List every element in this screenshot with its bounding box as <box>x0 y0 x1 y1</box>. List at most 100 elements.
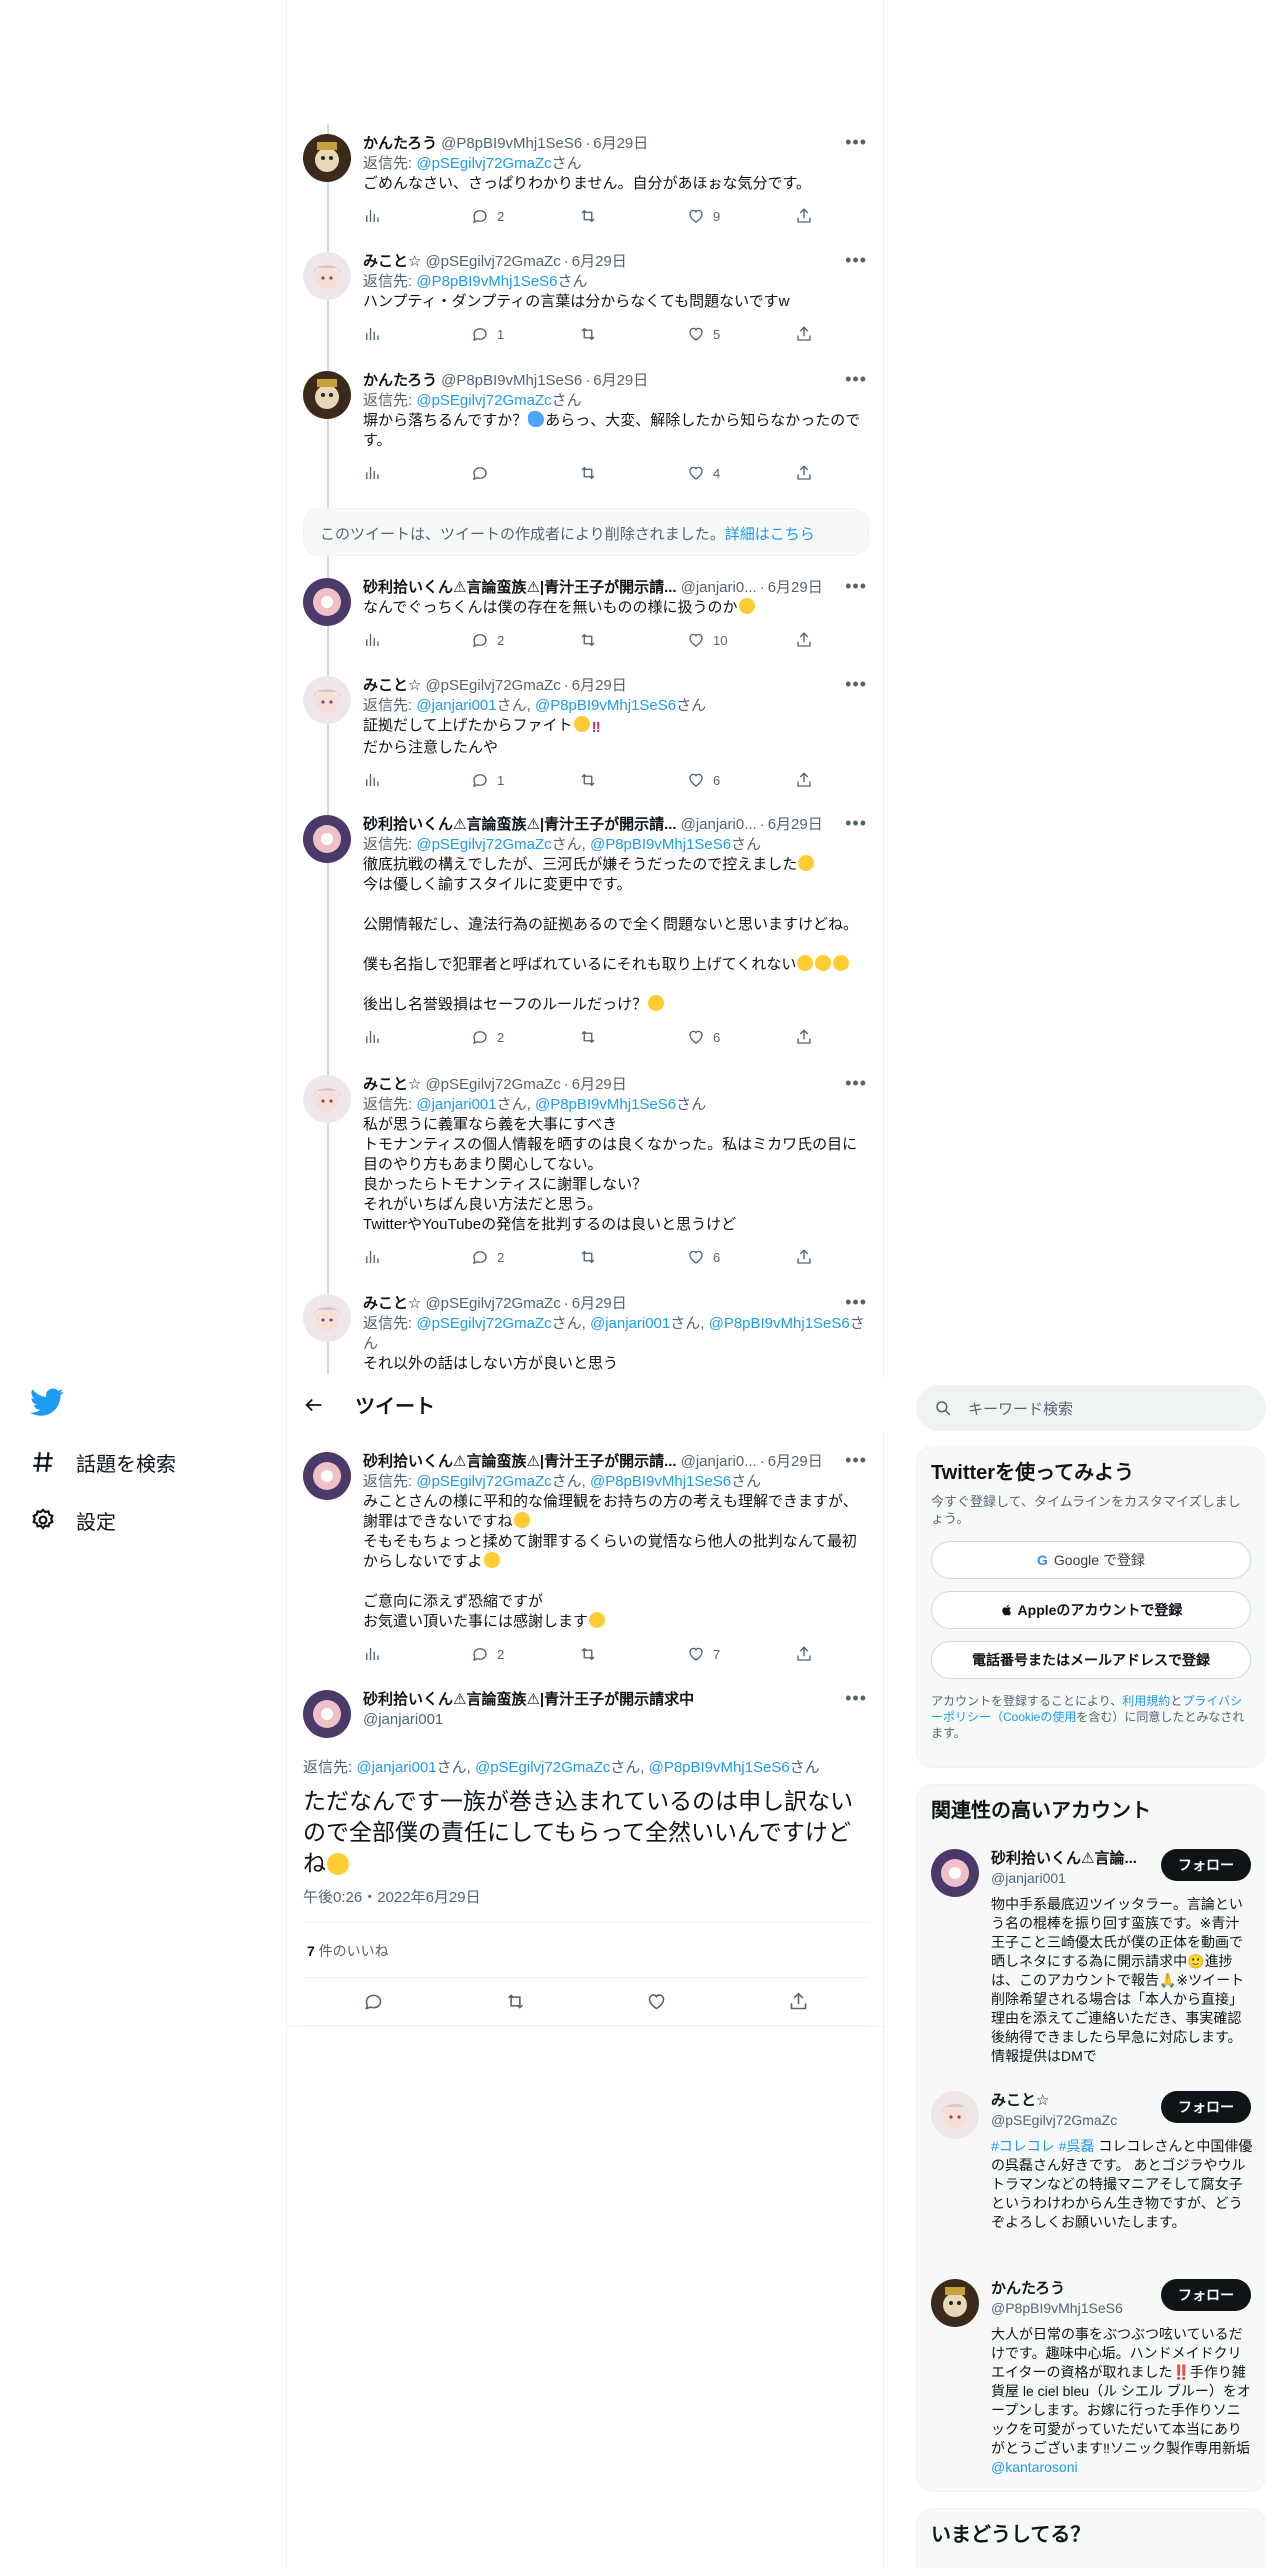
reply-link[interactable]: @janjari001 <box>590 1315 670 1332</box>
reply-button[interactable]: 2 <box>471 1248 579 1266</box>
share-button[interactable] <box>795 1248 821 1266</box>
reply-link[interactable]: @P8pBI9vMhj1SeS6 <box>535 697 676 714</box>
avatar[interactable] <box>303 252 351 300</box>
search-input[interactable]: キーワード検索 <box>916 1385 1266 1431</box>
reply-link[interactable]: @pSEgilvj72GmaZc <box>416 1315 551 1332</box>
tweet-author-handle[interactable]: @P8pBI9vMhj1SeS6 <box>441 371 582 391</box>
more-icon[interactable]: ••• <box>845 1294 867 1311</box>
more-icon[interactable]: ••• <box>845 133 867 151</box>
tweet[interactable]: みこと☆ @pSEgilvj72GmaZc · 6月29日 ••• 返信先: @… <box>303 1294 869 1378</box>
follow-button[interactable]: フォロー <box>1161 2279 1251 2311</box>
like-button[interactable]: 5 <box>687 325 795 343</box>
reply-button[interactable] <box>471 464 579 482</box>
back-arrow-icon[interactable] <box>303 1394 325 1416</box>
share-button[interactable] <box>795 771 821 789</box>
views-button[interactable] <box>363 325 471 343</box>
like-button[interactable]: 6 <box>687 1248 795 1266</box>
reply-button[interactable]: 2 <box>471 1028 579 1046</box>
twitter-bird-icon[interactable] <box>30 1385 64 1419</box>
more-icon[interactable]: ••• <box>845 675 867 693</box>
views-button[interactable] <box>363 1645 471 1663</box>
reply-link[interactable]: @pSEgilvj72GmaZc <box>475 1759 610 1776</box>
reply-link[interactable]: @pSEgilvj72GmaZc <box>416 1473 551 1490</box>
reply-link[interactable]: @janjari001 <box>416 1096 496 1113</box>
reply-link[interactable]: @P8pBI9vMhj1SeS6 <box>590 1473 731 1490</box>
more-icon[interactable]: ••• <box>845 814 867 832</box>
views-button[interactable] <box>363 207 471 225</box>
hashtag-link[interactable]: #コレコレ <box>991 2138 1055 2154</box>
views-button[interactable] <box>363 771 471 789</box>
share-icon[interactable] <box>788 1991 809 2012</box>
tweet-author-name[interactable]: かんたろう <box>363 371 437 391</box>
share-button[interactable] <box>795 464 821 482</box>
share-button[interactable] <box>795 631 821 649</box>
reply-button[interactable]: 2 <box>471 1645 579 1663</box>
retweet-button[interactable] <box>579 207 687 225</box>
heart-icon[interactable] <box>646 1991 667 2012</box>
nav-settings[interactable]: 設定 <box>30 1491 270 1549</box>
more-icon[interactable]: ••• <box>845 577 867 595</box>
tweet-author-handle[interactable]: @pSEgilvj72GmaZc <box>425 676 560 696</box>
like-button[interactable]: 9 <box>687 207 795 225</box>
tweet-author-handle[interactable]: @janjari0... <box>681 1452 757 1472</box>
reply-link[interactable]: @P8pBI9vMhj1SeS6 <box>590 836 731 853</box>
like-button[interactable]: 4 <box>687 464 795 482</box>
share-button[interactable] <box>795 1028 821 1046</box>
tweet-author-handle[interactable]: @pSEgilvj72GmaZc <box>425 1075 560 1095</box>
tweet-author-name[interactable]: みこと☆ <box>363 1294 421 1314</box>
tweet-author-name[interactable]: 砂利拾いくん⚠言論蛮族⚠|青汁王子が開示請求中 <box>363 1690 694 1710</box>
tweet-author-name[interactable]: 砂利拾いくん⚠言論蛮族⚠|青汁王子が開示請... <box>363 1452 677 1472</box>
reply-link[interactable]: @janjari001 <box>356 1759 436 1776</box>
tweet-date[interactable]: 6月29日 <box>593 371 648 391</box>
avatar[interactable] <box>303 578 351 626</box>
avatar[interactable] <box>303 815 351 863</box>
retweet-button[interactable] <box>579 1645 687 1663</box>
views-button[interactable] <box>363 464 471 482</box>
avatar[interactable] <box>931 2091 979 2139</box>
apple-signup-button[interactable]: Appleのアカウントで登録 <box>931 1591 1251 1629</box>
reply-button[interactable]: 1 <box>471 771 579 789</box>
tweet-author-name[interactable]: 砂利拾いくん⚠言論蛮族⚠|青汁王子が開示請... <box>363 815 677 835</box>
retweet-button[interactable] <box>579 1248 687 1266</box>
reply-icon[interactable] <box>363 1991 384 2012</box>
more-icon[interactable]: ••• <box>845 370 867 388</box>
views-button[interactable] <box>363 631 471 649</box>
tweet-author-handle[interactable]: @janjari0... <box>681 815 757 835</box>
retweet-button[interactable] <box>579 464 687 482</box>
reply-link[interactable]: @pSEgilvj72GmaZc <box>416 155 551 172</box>
phone-email-signup-button[interactable]: 電話番号またはメールアドレスで登録 <box>931 1641 1251 1679</box>
like-button[interactable]: 7 <box>687 1645 795 1663</box>
tweet-author-name[interactable]: 砂利拾いくん⚠言論蛮族⚠|青汁王子が開示請... <box>363 578 677 598</box>
share-button[interactable] <box>795 325 821 343</box>
terms-link[interactable]: 利用規約 <box>1122 1694 1170 1708</box>
mention-link[interactable]: @kantarosoni <box>991 2459 1078 2475</box>
tweet-author-handle[interactable]: @P8pBI9vMhj1SeS6 <box>441 134 582 154</box>
avatar[interactable] <box>931 2279 979 2327</box>
tweet-timestamp[interactable]: 午後0:26・2022年6月29日 <box>303 1886 481 1907</box>
reply-link[interactable]: @pSEgilvj72GmaZc <box>416 836 551 853</box>
avatar[interactable] <box>303 134 351 182</box>
tweet-date[interactable]: 6月29日 <box>593 134 648 154</box>
nav-explore[interactable]: 話題を検索 <box>30 1433 270 1491</box>
tweet-author-handle[interactable]: @janjari0... <box>681 578 757 598</box>
avatar[interactable] <box>303 1075 351 1123</box>
tweet-author-name[interactable]: みこと☆ <box>363 252 421 272</box>
more-icon[interactable]: ••• <box>845 251 867 269</box>
views-button[interactable] <box>363 1248 471 1266</box>
tweet-author-handle[interactable]: @pSEgilvj72GmaZc <box>425 252 560 272</box>
like-button[interactable]: 6 <box>687 1028 795 1046</box>
avatar[interactable] <box>303 1690 351 1738</box>
related-user-name[interactable]: かんたろう <box>991 2279 1141 2299</box>
reply-button[interactable]: 2 <box>471 207 579 225</box>
retweet-button[interactable] <box>579 1028 687 1046</box>
retweet-button[interactable] <box>579 631 687 649</box>
follow-button[interactable]: フォロー <box>1161 1849 1251 1881</box>
avatar[interactable] <box>303 1294 351 1342</box>
tweet-date[interactable]: 6月29日 <box>768 578 823 598</box>
follow-button[interactable]: フォロー <box>1161 2091 1251 2123</box>
tweet-author-name[interactable]: かんたろう <box>363 134 437 154</box>
reply-link[interactable]: @janjari001 <box>416 697 496 714</box>
tweet-date[interactable]: 6月29日 <box>768 815 823 835</box>
share-button[interactable] <box>795 207 821 225</box>
tweet-date[interactable]: 6月29日 <box>572 252 627 272</box>
